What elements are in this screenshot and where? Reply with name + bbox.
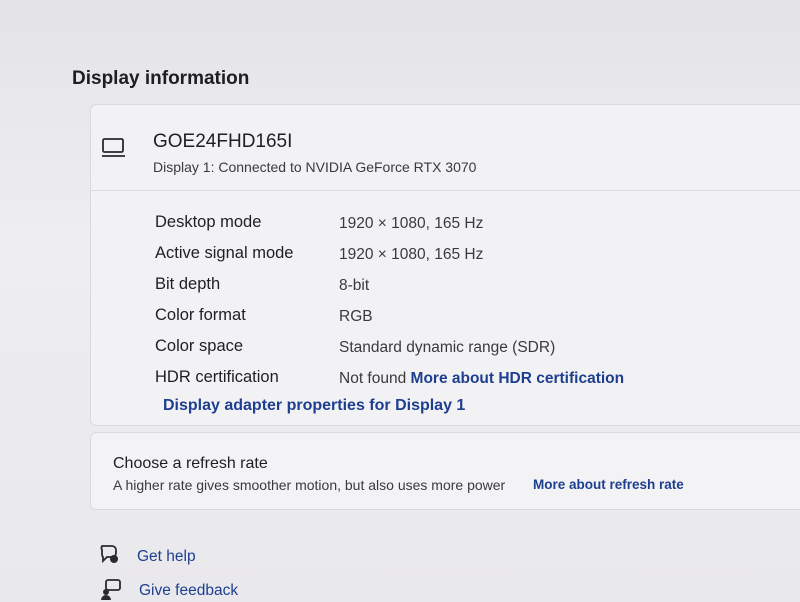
prop-label: Color format	[155, 306, 246, 324]
prop-desktop-mode: Desktop mode 1920 × 1080, 165 Hz	[155, 209, 795, 240]
prop-label: HDR certification	[155, 368, 279, 386]
prop-value: RGB	[339, 308, 373, 325]
prop-value: 1920 × 1080, 165 Hz	[339, 246, 484, 263]
refresh-rate-card[interactable]: Choose a refresh rate A higher rate give…	[90, 432, 800, 510]
prop-value: Standard dynamic range (SDR)	[339, 339, 556, 356]
feedback-icon	[101, 579, 121, 600]
prop-value-with-link: Not found More about HDR certification	[339, 370, 624, 388]
prop-color-space: Color space Standard dynamic range (SDR)	[155, 333, 795, 364]
properties-list: Desktop mode 1920 × 1080, 165 Hz Active …	[155, 209, 795, 395]
prop-value: 8-bit	[339, 277, 370, 294]
prop-value: 1920 × 1080, 165 Hz	[339, 215, 484, 232]
prop-color-format: Color format RGB	[155, 302, 795, 333]
prop-active-signal-mode: Active signal mode 1920 × 1080, 165 Hz	[155, 240, 795, 271]
display-info-card: GOE24FHD165I Display 1: Connected to NVI…	[90, 104, 800, 426]
prop-label: Color space	[155, 337, 244, 355]
prop-label: Bit depth	[155, 275, 221, 293]
monitor-name: GOE24FHD165I	[153, 131, 293, 152]
prop-value: Not found	[339, 370, 407, 387]
get-help-link[interactable]: Get help	[137, 548, 196, 566]
prop-bit-depth: Bit depth 8-bit	[155, 271, 795, 302]
help-icon	[100, 545, 118, 564]
prop-label: Active signal mode	[155, 244, 294, 262]
refresh-info-link[interactable]: More about refresh rate	[533, 477, 684, 492]
refresh-title: Choose a refresh rate	[113, 455, 268, 472]
monitor-icon	[102, 138, 125, 157]
hdr-info-link[interactable]: More about HDR certification	[411, 370, 625, 387]
settings-screen: Display information GOE24FHD165I Display…	[0, 0, 800, 602]
give-feedback-link[interactable]: Give feedback	[139, 582, 238, 600]
prop-hdr-certification: HDR certification Not found More about H…	[155, 364, 795, 395]
monitor-header: GOE24FHD165I Display 1: Connected to NVI…	[91, 105, 800, 191]
prop-label: Desktop mode	[155, 213, 262, 231]
display-adapter-properties-link[interactable]: Display adapter properties for Display 1	[163, 397, 465, 415]
monitor-connection: Display 1: Connected to NVIDIA GeForce R…	[153, 159, 477, 175]
section-title: Display information	[72, 68, 250, 89]
refresh-description: A higher rate gives smoother motion, but…	[113, 477, 506, 493]
